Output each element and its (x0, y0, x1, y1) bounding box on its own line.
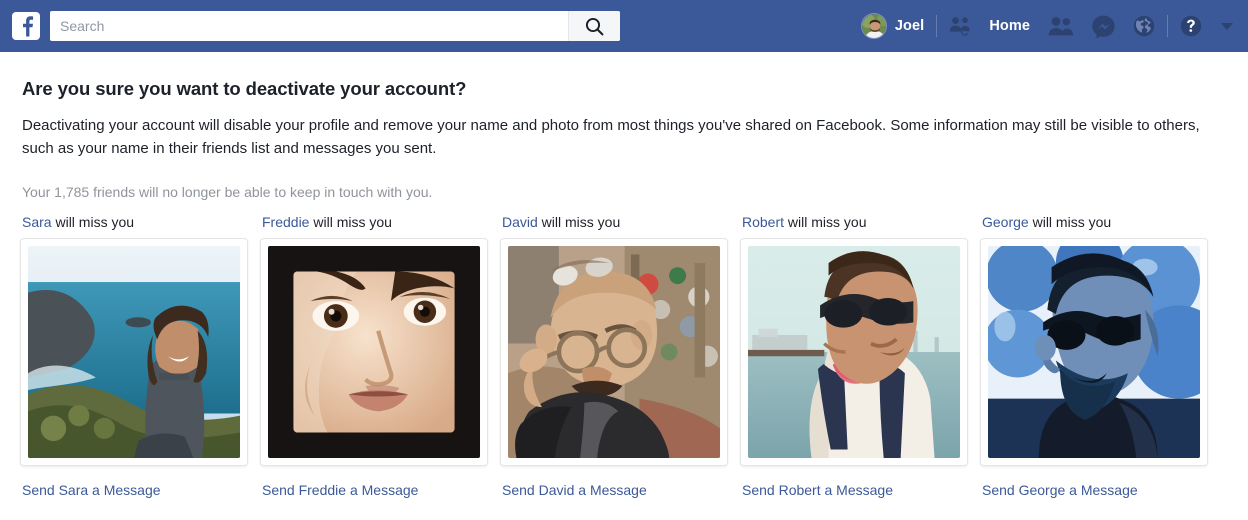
friend-photo-frame[interactable] (740, 238, 968, 466)
facebook-top-navigation-bar: Joel Home (0, 0, 1248, 52)
friend-miss-text: will miss you (51, 214, 135, 230)
friend-photo-frame[interactable] (500, 238, 728, 466)
friend-name[interactable]: Robert (742, 214, 784, 230)
friend-photo (748, 246, 960, 458)
profile-link[interactable]: Joel (852, 0, 933, 52)
nav-divider-2 (1167, 15, 1168, 37)
friend-name[interactable]: George (982, 214, 1029, 230)
messenger-glyph (1092, 15, 1115, 38)
friend-card-caption: Sara will miss you (22, 214, 260, 230)
friend-photo (988, 246, 1200, 458)
send-message-link[interactable]: Send George a Message (982, 482, 1220, 498)
friend-card-list: Sara will miss you Send Sara a Message F… (20, 214, 1228, 498)
friend-name[interactable]: David (502, 214, 538, 230)
page-title: Are you sure you want to deactivate your… (22, 78, 467, 99)
find-friends-icon[interactable] (940, 0, 980, 52)
friend-photo-frame[interactable] (980, 238, 1208, 466)
help-question-icon[interactable] (1171, 0, 1211, 52)
globe-notifications-icon[interactable] (1124, 0, 1164, 52)
find-friends-glyph (949, 16, 971, 36)
friend-name[interactable]: Freddie (262, 214, 309, 230)
friends-count-note: Your 1,785 friends will no longer be abl… (22, 184, 433, 200)
friend-photo-frame[interactable] (260, 238, 488, 466)
friend-miss-text: will miss you (309, 214, 392, 230)
friend-photo (268, 246, 480, 458)
friend-miss-text: will miss you (1028, 214, 1112, 230)
messenger-icon[interactable] (1083, 0, 1124, 52)
home-link[interactable]: Home (980, 0, 1039, 52)
friend-requests-glyph (1048, 16, 1074, 36)
friend-card: David will miss you Send David a Message (500, 214, 740, 498)
account-menu-button[interactable] (1211, 0, 1248, 52)
globe-glyph (1133, 15, 1155, 37)
friend-card-caption: Robert will miss you (742, 214, 980, 230)
deactivate-account-page: Are you sure you want to deactivate your… (0, 78, 1248, 498)
friend-name[interactable]: Sara (22, 214, 52, 230)
friend-miss-text: will miss you (784, 214, 867, 230)
help-glyph (1180, 15, 1202, 37)
nav-divider (936, 15, 938, 37)
profile-name: Joel (894, 18, 925, 34)
send-message-link[interactable]: Send Sara a Message (22, 482, 260, 498)
search-bar[interactable] (50, 11, 620, 41)
page-description: Deactivating your account will disable y… (22, 117, 1200, 157)
friend-card: Robert will miss you Send Robert a Messa… (740, 214, 980, 498)
chevron-down-icon (1220, 21, 1234, 31)
facebook-f-icon[interactable] (12, 12, 40, 40)
friend-photo (28, 246, 240, 458)
friend-photo (508, 246, 720, 458)
friend-miss-text: will miss you (537, 214, 621, 230)
friend-card: Freddie will miss you Send Freddie a Mes… (260, 214, 500, 498)
nav-right-cluster: Joel Home (852, 0, 1248, 52)
friend-card-caption: Freddie will miss you (262, 214, 500, 230)
friend-card-caption: George will miss you (982, 214, 1220, 230)
search-icon[interactable] (568, 11, 620, 41)
search-input[interactable] (50, 12, 568, 40)
home-label: Home (989, 18, 1030, 34)
friend-card: George will miss you Send George a Messa… (980, 214, 1220, 498)
friend-requests-icon[interactable] (1039, 0, 1083, 52)
friend-card: Sara will miss you Send Sara a Message (20, 214, 260, 498)
avatar (860, 13, 887, 39)
send-message-link[interactable]: Send Robert a Message (742, 482, 980, 498)
friend-card-caption: David will miss you (502, 214, 740, 230)
send-message-link[interactable]: Send Freddie a Message (262, 482, 500, 498)
friend-photo-frame[interactable] (20, 238, 248, 466)
send-message-link[interactable]: Send David a Message (502, 482, 740, 498)
